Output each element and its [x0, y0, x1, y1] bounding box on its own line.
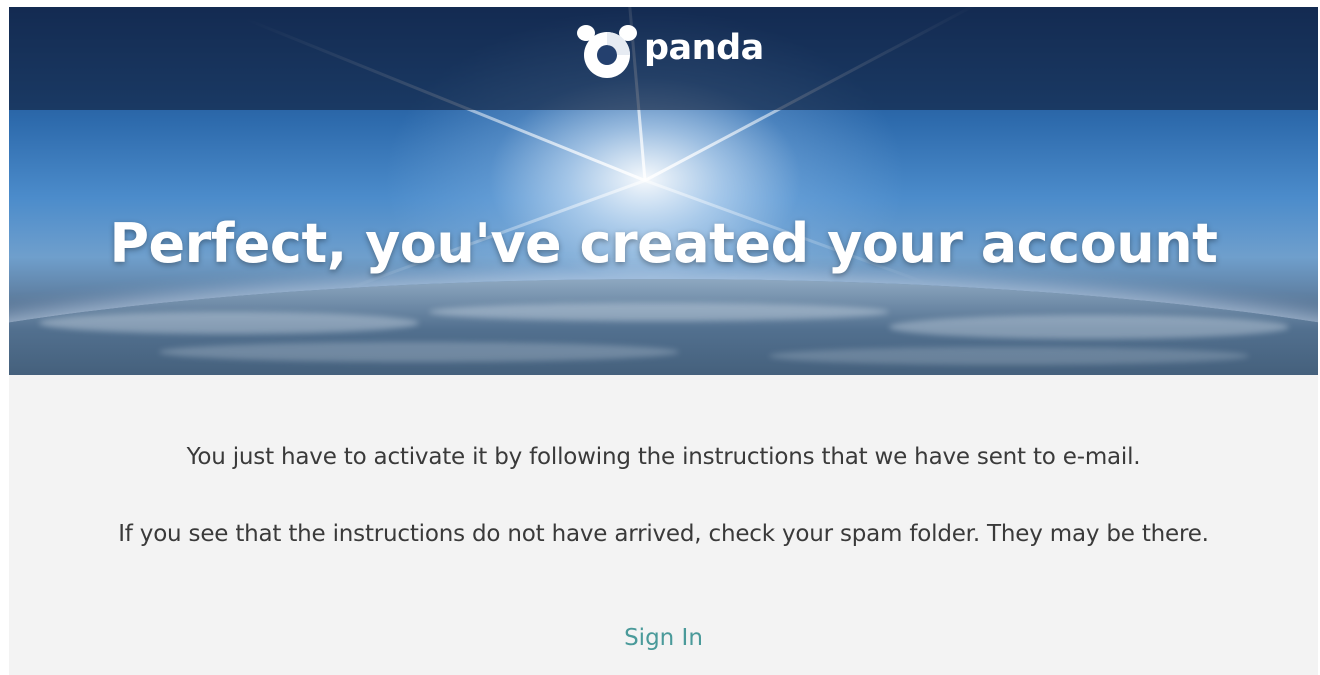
page-title: Perfect, you've created your account — [109, 212, 1218, 275]
page: panda Perfect, you've created your accou… — [0, 0, 1320, 675]
sign-in-link[interactable]: Sign In — [9, 625, 1318, 651]
cloud-layer — [769, 347, 1249, 365]
cloud-layer — [429, 303, 889, 321]
activation-instructions-text: You just have to activate it by followin… — [186, 444, 1141, 470]
hero-banner: panda Perfect, you've created your accou… — [9, 7, 1318, 375]
cloud-layer — [39, 312, 419, 334]
cloud-layer — [159, 342, 679, 362]
cloud-layer — [889, 315, 1289, 339]
panda-logo-icon — [577, 25, 637, 78]
brand-name: panda — [644, 28, 764, 68]
brand-logo[interactable]: panda — [575, 23, 764, 79]
spam-folder-hint-text: If you see that the instructions do not … — [118, 521, 1209, 547]
confirmation-panel: You just have to activate it by followin… — [9, 375, 1318, 675]
